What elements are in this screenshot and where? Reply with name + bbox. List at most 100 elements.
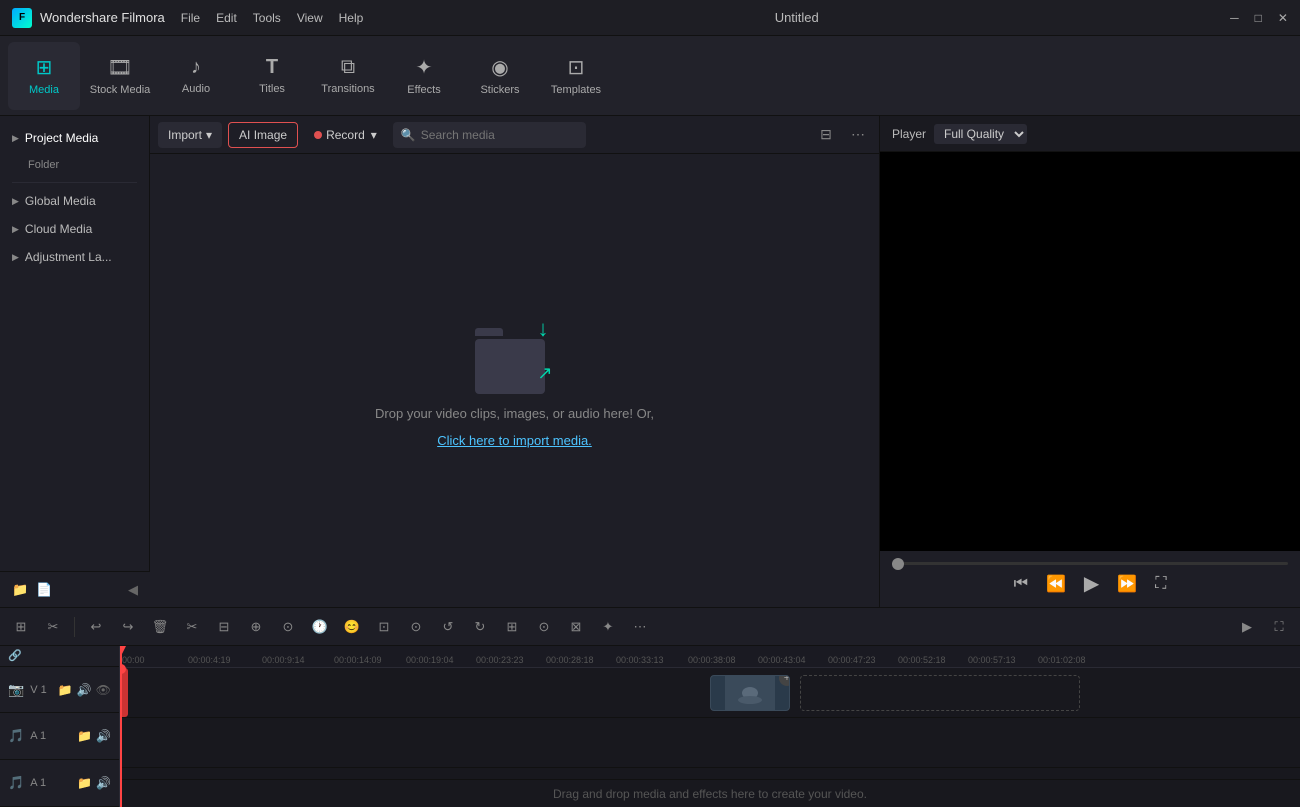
toolbar-audio[interactable]: ♪ Audio (160, 42, 232, 110)
minimize-button[interactable]: ─ (1230, 11, 1239, 25)
fullscreen-button[interactable]: ⛶ (1155, 575, 1166, 593)
track-a2-folder-icon[interactable]: 📁 (77, 776, 92, 790)
media-panel: Import ▾ AI Image Record ▾ 🔍 ⊟ ⋯ (150, 116, 880, 607)
audio-track-icon: 🎵 (8, 728, 24, 744)
toolbar-stock-media[interactable]: 🎞 Stock Media (84, 42, 156, 110)
track-folder-icon[interactable]: 📁 (58, 683, 73, 697)
play-button[interactable]: ▶ (1084, 571, 1099, 596)
toolbar-effects-label: Effects (407, 84, 440, 96)
sidebar-item-adjustment-layer[interactable]: ▶ Adjustment La... (0, 243, 149, 271)
toolbar-titles[interactable]: T Titles (236, 42, 308, 110)
track-audio-icon[interactable]: 🔊 (77, 683, 92, 697)
search-input[interactable] (393, 122, 586, 148)
project-title: Untitled (775, 10, 819, 25)
track-area: 00:00 00:00:4:19 00:00:9:14 00:00:14:09 … (120, 646, 1300, 807)
drop-zone-1[interactable] (800, 675, 1080, 711)
ruler-mark-2: 00:00:9:14 (262, 655, 305, 665)
toolbar-transitions[interactable]: ⧉ Transitions (312, 42, 384, 110)
tl-grid-button[interactable]: ⊞ (8, 614, 34, 640)
tl-crop-button[interactable]: ⊟ (211, 614, 237, 640)
media-clip-1[interactable]: + (710, 675, 790, 711)
track-a1-audio-icon[interactable]: 🔊 (96, 729, 111, 743)
new-folder-icon[interactable]: 📁 (12, 582, 28, 598)
drag-drop-hint-text: Drag and drop media and effects here to … (553, 787, 867, 801)
toolbar-stock-media-label: Stock Media (90, 84, 151, 96)
expand-arrow: ▶ (12, 133, 19, 144)
ruler-mark-13: 00:01:02:08 (1038, 655, 1086, 665)
media-icon: ⊞ (36, 55, 53, 80)
frame-back-button[interactable]: ⏪ (1046, 574, 1066, 594)
tl-audio-button[interactable]: 😊 (339, 614, 365, 640)
track-eye-icon[interactable]: 👁 (96, 683, 111, 697)
track-v1-label: V 1 (30, 684, 47, 696)
close-button[interactable]: ✕ (1278, 11, 1288, 25)
record-button[interactable]: Record ▾ (304, 122, 387, 148)
sidebar-item-folder[interactable]: Folder (0, 152, 149, 178)
menu-view[interactable]: View (297, 11, 323, 25)
media-drop-area[interactable]: ↓ ↗ Drop your video clips, images, or au… (150, 154, 879, 607)
tl-speed-button[interactable]: ⊙ (275, 614, 301, 640)
toolbar-effects[interactable]: ✦ Effects (388, 42, 460, 110)
media-toolbar: Import ▾ AI Image Record ▾ 🔍 ⊟ ⋯ (150, 116, 879, 154)
sidebar-item-cloud-media[interactable]: ▶ Cloud Media (0, 215, 149, 243)
menu-help[interactable]: Help (339, 11, 364, 25)
tl-undo-button[interactable]: ↩ (83, 614, 109, 640)
record-dropdown-icon: ▾ (371, 128, 377, 142)
step-back-button[interactable]: ⏮ (1014, 575, 1028, 593)
import-files-icon[interactable]: 📄 (36, 582, 52, 598)
tl-ai-button[interactable]: ⊙ (531, 614, 557, 640)
sidebar-item-project-media[interactable]: ▶ Project Media (0, 124, 149, 152)
drop-text: Drop your video clips, images, or audio … (375, 406, 654, 421)
tl-fullscreen-button[interactable]: ⛶ (1266, 614, 1292, 640)
import-button[interactable]: Import ▾ (158, 122, 222, 148)
clip-thumbnail (725, 676, 775, 710)
track-row-a1 (120, 718, 1300, 768)
link-icon[interactable]: 🔗 (8, 649, 22, 662)
tl-freeze-button[interactable]: 🕐 (307, 614, 333, 640)
tl-delete-button[interactable]: 🗑 (147, 614, 173, 640)
tl-export-button[interactable]: ⊠ (563, 614, 589, 640)
tl-motion-button[interactable]: ↻ (467, 614, 493, 640)
tl-more-button[interactable]: ⋯ (627, 614, 653, 640)
toolbar-templates[interactable]: ⊡ Templates (540, 42, 612, 110)
maximize-button[interactable]: □ (1255, 11, 1262, 25)
filter-button[interactable]: ⊟ (813, 122, 839, 148)
menu-file[interactable]: File (181, 11, 200, 25)
collapse-sidebar-icon[interactable]: ◀ (128, 582, 138, 598)
ruler-mark-12: 00:00:57:13 (968, 655, 1016, 665)
tl-cut-button[interactable]: ✂ (179, 614, 205, 640)
toolbar-stickers[interactable]: ◉ Stickers (464, 42, 536, 110)
sidebar-item-global-media[interactable]: ▶ Global Media (0, 187, 149, 215)
tl-magnet-button[interactable]: ✂ (40, 614, 66, 640)
titles-icon: T (266, 56, 278, 79)
frame-forward-button[interactable]: ⏩ (1117, 574, 1137, 594)
tl-stabilize-button[interactable]: ↺ (435, 614, 461, 640)
tl-color-button[interactable]: ⊙ (403, 614, 429, 640)
toolbar-media[interactable]: ⊞ Media (8, 42, 80, 110)
menu-tools[interactable]: Tools (253, 11, 281, 25)
track-a2-audio-icon[interactable]: 🔊 (96, 776, 111, 790)
ruler-mark-10: 00:00:47:23 (828, 655, 876, 665)
ai-image-button[interactable]: AI Image (228, 122, 298, 148)
tl-template-button[interactable]: ⊡ (371, 614, 397, 640)
player-progress[interactable] (892, 562, 1288, 565)
tl-redo-button[interactable]: ↪ (115, 614, 141, 640)
tl-mask-button[interactable]: ⊞ (499, 614, 525, 640)
expand-arrow-adjustment: ▶ (12, 252, 19, 263)
import-link[interactable]: Click here to import media. (437, 433, 592, 448)
title-bar: F Wondershare Filmora File Edit Tools Vi… (0, 0, 1300, 36)
ruler-mark-6: 00:00:28:18 (546, 655, 594, 665)
ruler-mark-9: 00:00:43:04 (758, 655, 806, 665)
tl-play-button[interactable]: ▶ (1234, 614, 1260, 640)
tl-effects-button[interactable]: ✦ (595, 614, 621, 640)
menu-edit[interactable]: Edit (216, 11, 237, 25)
more-options-button[interactable]: ⋯ (845, 122, 871, 148)
add-to-timeline-badge[interactable]: + (779, 675, 790, 686)
sidebar-divider (12, 182, 137, 183)
tl-zoom-button[interactable]: ⊕ (243, 614, 269, 640)
track-a1-folder-icon[interactable]: 📁 (77, 729, 92, 743)
playhead[interactable] (120, 668, 122, 807)
quality-select[interactable]: Full Quality 1/2 Quality 1/4 Quality (934, 124, 1027, 144)
toolbar-titles-label: Titles (259, 83, 285, 95)
ruler-mark-3: 00:00:14:09 (334, 655, 382, 665)
